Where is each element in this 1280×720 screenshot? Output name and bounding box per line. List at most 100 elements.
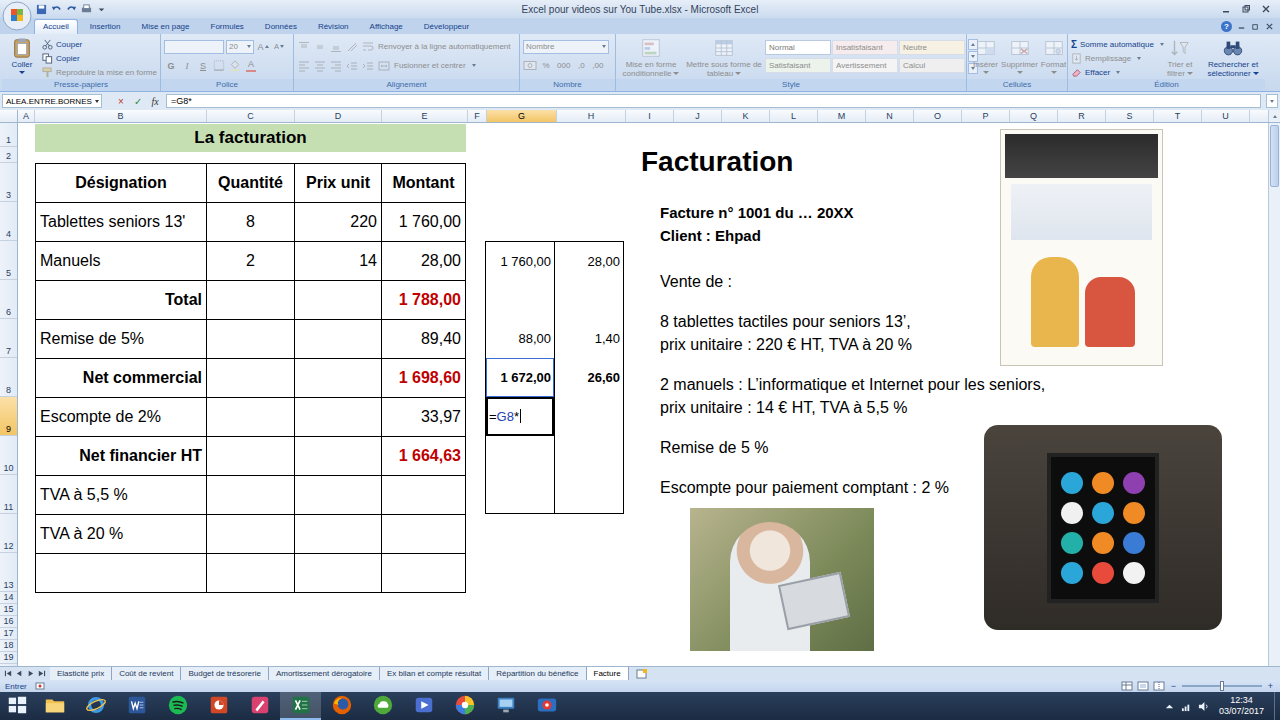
sheet-tab[interactable]: Facture (587, 667, 629, 680)
align-middle-icon[interactable] (314, 41, 326, 53)
last-sheet-icon[interactable] (37, 669, 46, 678)
taskbar-app[interactable] (198, 692, 239, 720)
customize-icon[interactable] (96, 4, 107, 15)
cell[interactable]: 1 672,00 (486, 358, 555, 397)
font-name-field[interactable] (164, 40, 224, 54)
taskbar-app[interactable] (34, 692, 75, 720)
cell-style[interactable]: Calcul (899, 58, 965, 73)
column-header[interactable]: N (866, 110, 914, 122)
cell[interactable]: 88,00 (486, 319, 555, 358)
zoom-out-button[interactable]: − (1169, 681, 1178, 691)
cell[interactable]: Net commercial (36, 359, 207, 397)
previous-sheet-icon[interactable] (15, 669, 24, 678)
select-all-button[interactable] (0, 110, 18, 122)
row-header[interactable]: 19 (0, 652, 17, 664)
ribbon-tab[interactable]: Insertion (81, 19, 130, 34)
column-header[interactable]: A (18, 110, 35, 122)
number-format-button[interactable]: ,00 (590, 58, 605, 73)
underline-button[interactable]: S (196, 58, 210, 73)
cell-style[interactable]: Avertissement (832, 58, 898, 73)
fill-button[interactable]: Remplissage (1071, 52, 1156, 65)
cell[interactable] (207, 554, 295, 592)
row-header[interactable]: 17 (0, 628, 17, 640)
minimize-button[interactable] (1216, 1, 1236, 17)
align-center-icon[interactable] (314, 60, 326, 72)
column-header[interactable]: H (557, 110, 626, 122)
sheet-tab[interactable]: Budget de trésorerie (181, 667, 269, 680)
senior-photo[interactable] (690, 508, 874, 651)
number-format-button[interactable]: % (539, 58, 553, 73)
cell-style[interactable]: Neutre (899, 40, 965, 55)
row-header[interactable]: 18 (0, 640, 17, 652)
column-header[interactable]: C (207, 110, 295, 122)
doc-close-icon[interactable] (1265, 22, 1274, 31)
new-sheet-icon[interactable] (635, 668, 649, 680)
cell[interactable] (382, 554, 465, 592)
cell[interactable]: 2 (207, 242, 295, 280)
cell[interactable]: 1 698,60 (382, 359, 465, 397)
sheet-tab[interactable]: Elasticité prix (50, 667, 112, 680)
column-header[interactable]: F (468, 110, 487, 122)
row-header[interactable]: 8 (0, 358, 17, 397)
row-header[interactable]: 3 (0, 163, 17, 202)
cell[interactable]: 26,60 (555, 358, 623, 397)
row-header[interactable]: 16 (0, 616, 17, 628)
page-break-icon[interactable] (1153, 681, 1165, 691)
cell[interactable]: 220 (295, 203, 382, 241)
cell[interactable]: Remise de 5% (36, 320, 207, 358)
cell[interactable] (555, 397, 623, 436)
row-header[interactable]: 9 (0, 397, 17, 436)
increase-indent-icon[interactable] (362, 60, 374, 72)
format-painter-button[interactable]: Reproduire la mise en forme (42, 66, 157, 79)
cell[interactable] (555, 436, 623, 475)
cell[interactable] (207, 476, 295, 514)
row-header[interactable]: 4 (0, 202, 17, 241)
copy-button[interactable]: Copier (42, 52, 157, 65)
cell[interactable]: 1,40 (555, 319, 623, 358)
row-header[interactable]: 11 (0, 475, 17, 514)
number-format-field[interactable]: Nombre (523, 40, 609, 54)
cell-style[interactable]: Satisfaisant (765, 58, 831, 73)
column-header[interactable]: P (962, 110, 1010, 122)
column-header[interactable]: Q (1010, 110, 1058, 122)
page-layout-icon[interactable] (1137, 681, 1149, 691)
cell[interactable] (207, 281, 295, 319)
cells-button[interactable]: Supprimer (1004, 36, 1035, 79)
column-header[interactable]: E (382, 110, 468, 122)
row-header[interactable]: 13 (0, 553, 17, 592)
row-header[interactable]: 1 (0, 123, 17, 147)
row-header[interactable]: 6 (0, 280, 17, 319)
taskbar-app[interactable] (75, 692, 116, 720)
cells-button[interactable]: Insérer (970, 36, 1001, 79)
sheet-tab[interactable]: Ex bilan et compte résultat (380, 667, 489, 680)
ribbon-tab[interactable]: Révision (309, 19, 358, 34)
first-sheet-icon[interactable] (4, 669, 13, 678)
decrease-indent-icon[interactable] (346, 60, 358, 72)
ribbon-tab[interactable]: Développeur (415, 19, 478, 34)
sort-filter-button[interactable]: Trier et filtrer (1159, 36, 1201, 79)
cell[interactable] (295, 476, 382, 514)
column-header[interactable]: B (35, 110, 207, 122)
cell[interactable]: 1 788,00 (382, 281, 465, 319)
office-button[interactable] (2, 1, 32, 31)
taskbar-app[interactable] (239, 692, 280, 720)
cell[interactable]: 8 (207, 203, 295, 241)
column-header[interactable]: R (1058, 110, 1106, 122)
undo-icon[interactable] (51, 4, 62, 15)
cell-style[interactable]: Insatisfaisant (832, 40, 898, 55)
column-header[interactable]: K (722, 110, 770, 122)
cell[interactable]: TVA à 20 % (36, 515, 207, 553)
cell-area[interactable]: La facturationDésignationQuantitéPrix un… (18, 123, 1268, 666)
cell[interactable] (295, 320, 382, 358)
cell[interactable]: 14 (295, 242, 382, 280)
taskbar-app[interactable] (362, 692, 403, 720)
volume-icon[interactable] (1198, 701, 1209, 712)
zoom-in-button[interactable]: + (1266, 681, 1275, 691)
ribbon-tab[interactable]: Affichage (361, 19, 412, 34)
invoice-title[interactable]: La facturation (35, 124, 466, 152)
conditional-format-button[interactable]: Mise en forme conditionnelle (619, 36, 683, 79)
cell[interactable]: Net financier HT (36, 437, 207, 475)
cell[interactable] (486, 474, 555, 513)
cell[interactable]: 28,00 (555, 242, 623, 281)
zoom-thumb[interactable] (1220, 681, 1224, 691)
